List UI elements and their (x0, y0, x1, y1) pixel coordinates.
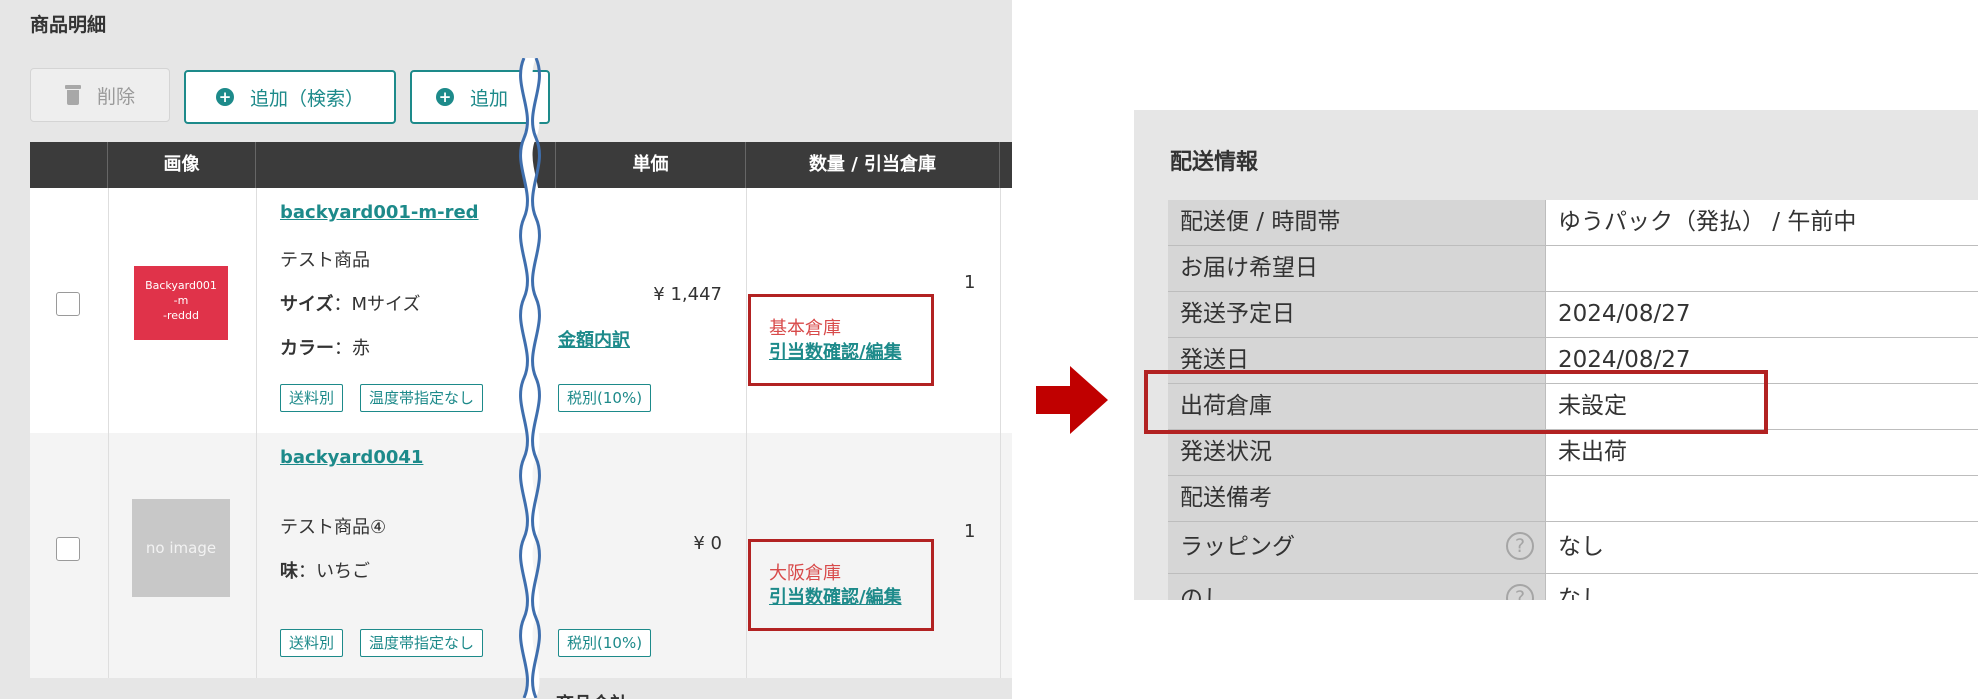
shipping-fee-tag: 送料別 (280, 384, 344, 412)
tax-tag: 税別(10%) (558, 629, 652, 657)
info-row-desired-date: お届け希望日 (1168, 246, 1978, 292)
info-row-shipping-note: 配送備考 (1168, 476, 1978, 522)
product-name: テスト商品 (280, 250, 370, 271)
right-arrow-icon (1036, 366, 1108, 434)
add-search-button-label: 追加（検索） (249, 87, 364, 110)
delete-button[interactable]: 削除 (30, 68, 170, 122)
shipping-info-title: 配送情報 (1170, 150, 1259, 175)
product-attribute-flavor: 味：いちご (280, 561, 370, 582)
plus-circle-icon: + (436, 88, 454, 106)
column-header-qty-warehouse: 数量 / 引当倉庫 (746, 142, 1000, 188)
quantity: 1 (964, 272, 976, 293)
help-icon[interactable]: ? (1506, 532, 1534, 560)
add-button-label: 追加 (470, 87, 509, 110)
info-row-carrier: 配送便 / 時間帯 ゆうパック（発払） / 午前中 (1168, 200, 1978, 246)
product-sku-link[interactable]: backyard001-m-red (280, 202, 479, 223)
shipping-fee-tag: 送料別 (280, 629, 344, 657)
section-title: 商品明細 (30, 14, 107, 36)
allocation-edit-link[interactable]: 引当数確認/編集 (769, 586, 931, 610)
warehouse-row-highlight (1144, 370, 1768, 434)
trash-icon (64, 85, 81, 105)
temperature-tag: 温度帯指定なし (360, 629, 484, 657)
product-attribute-size: サイズ：Mサイズ (280, 294, 421, 315)
unit-price: ¥ 0 (693, 533, 722, 554)
column-header-image: 画像 (108, 142, 256, 188)
omission-wave-divider (519, 58, 541, 698)
info-row-wrapping: ラッピング ? なし (1168, 522, 1978, 574)
warehouse-highlight: 大阪倉庫 引当数確認/編集 (748, 539, 934, 631)
temperature-tag: 温度帯指定なし (360, 384, 484, 412)
row-select-checkbox[interactable] (56, 292, 80, 316)
unit-price: ¥ 1,447 (653, 284, 722, 305)
price-breakdown-link[interactable]: 金額内訳 (558, 326, 630, 352)
product-detail-panel: 商品明細 削除 + 追加（検索） + 追加 画像 単価 数量 / 引当倉庫 Ba… (0, 0, 1012, 699)
no-image-thumbnail: no image (132, 499, 230, 597)
add-search-button[interactable]: + 追加（検索） (184, 70, 396, 124)
product-attribute-color: カラー：赤 (280, 338, 370, 359)
column-header-select (30, 142, 108, 188)
delete-button-label: 削除 (96, 85, 135, 108)
shipping-info-panel: 配送情報 配送便 / 時間帯 ゆうパック（発払） / 午前中 お届け希望日 発送… (1134, 110, 1978, 600)
allocation-edit-link[interactable]: 引当数確認/編集 (769, 341, 931, 365)
product-total-label: 商品合計 (556, 690, 628, 699)
column-header-product (256, 142, 556, 188)
info-row-shipping-status: 発送状況 未出荷 (1168, 430, 1978, 476)
info-row-noshi: のし ? なし (1168, 574, 1978, 600)
tax-tag: 税別(10%) (558, 384, 652, 412)
product-sku-link[interactable]: backyard0041 (280, 447, 423, 468)
warehouse-name: 大阪倉庫 (769, 563, 841, 584)
column-header-unit-price: 単価 (556, 142, 746, 188)
product-name: テスト商品④ (280, 517, 387, 538)
info-row-scheduled-date: 発送予定日 2024/08/27 (1168, 292, 1978, 338)
row-select-checkbox[interactable] (56, 537, 80, 561)
quantity: 1 (964, 521, 976, 542)
warehouse-highlight: 基本倉庫 引当数確認/編集 (748, 294, 934, 386)
product-thumbnail: Backyard001 -m -reddd (134, 266, 228, 340)
warehouse-name: 基本倉庫 (769, 318, 841, 339)
plus-circle-icon: + (215, 88, 234, 106)
